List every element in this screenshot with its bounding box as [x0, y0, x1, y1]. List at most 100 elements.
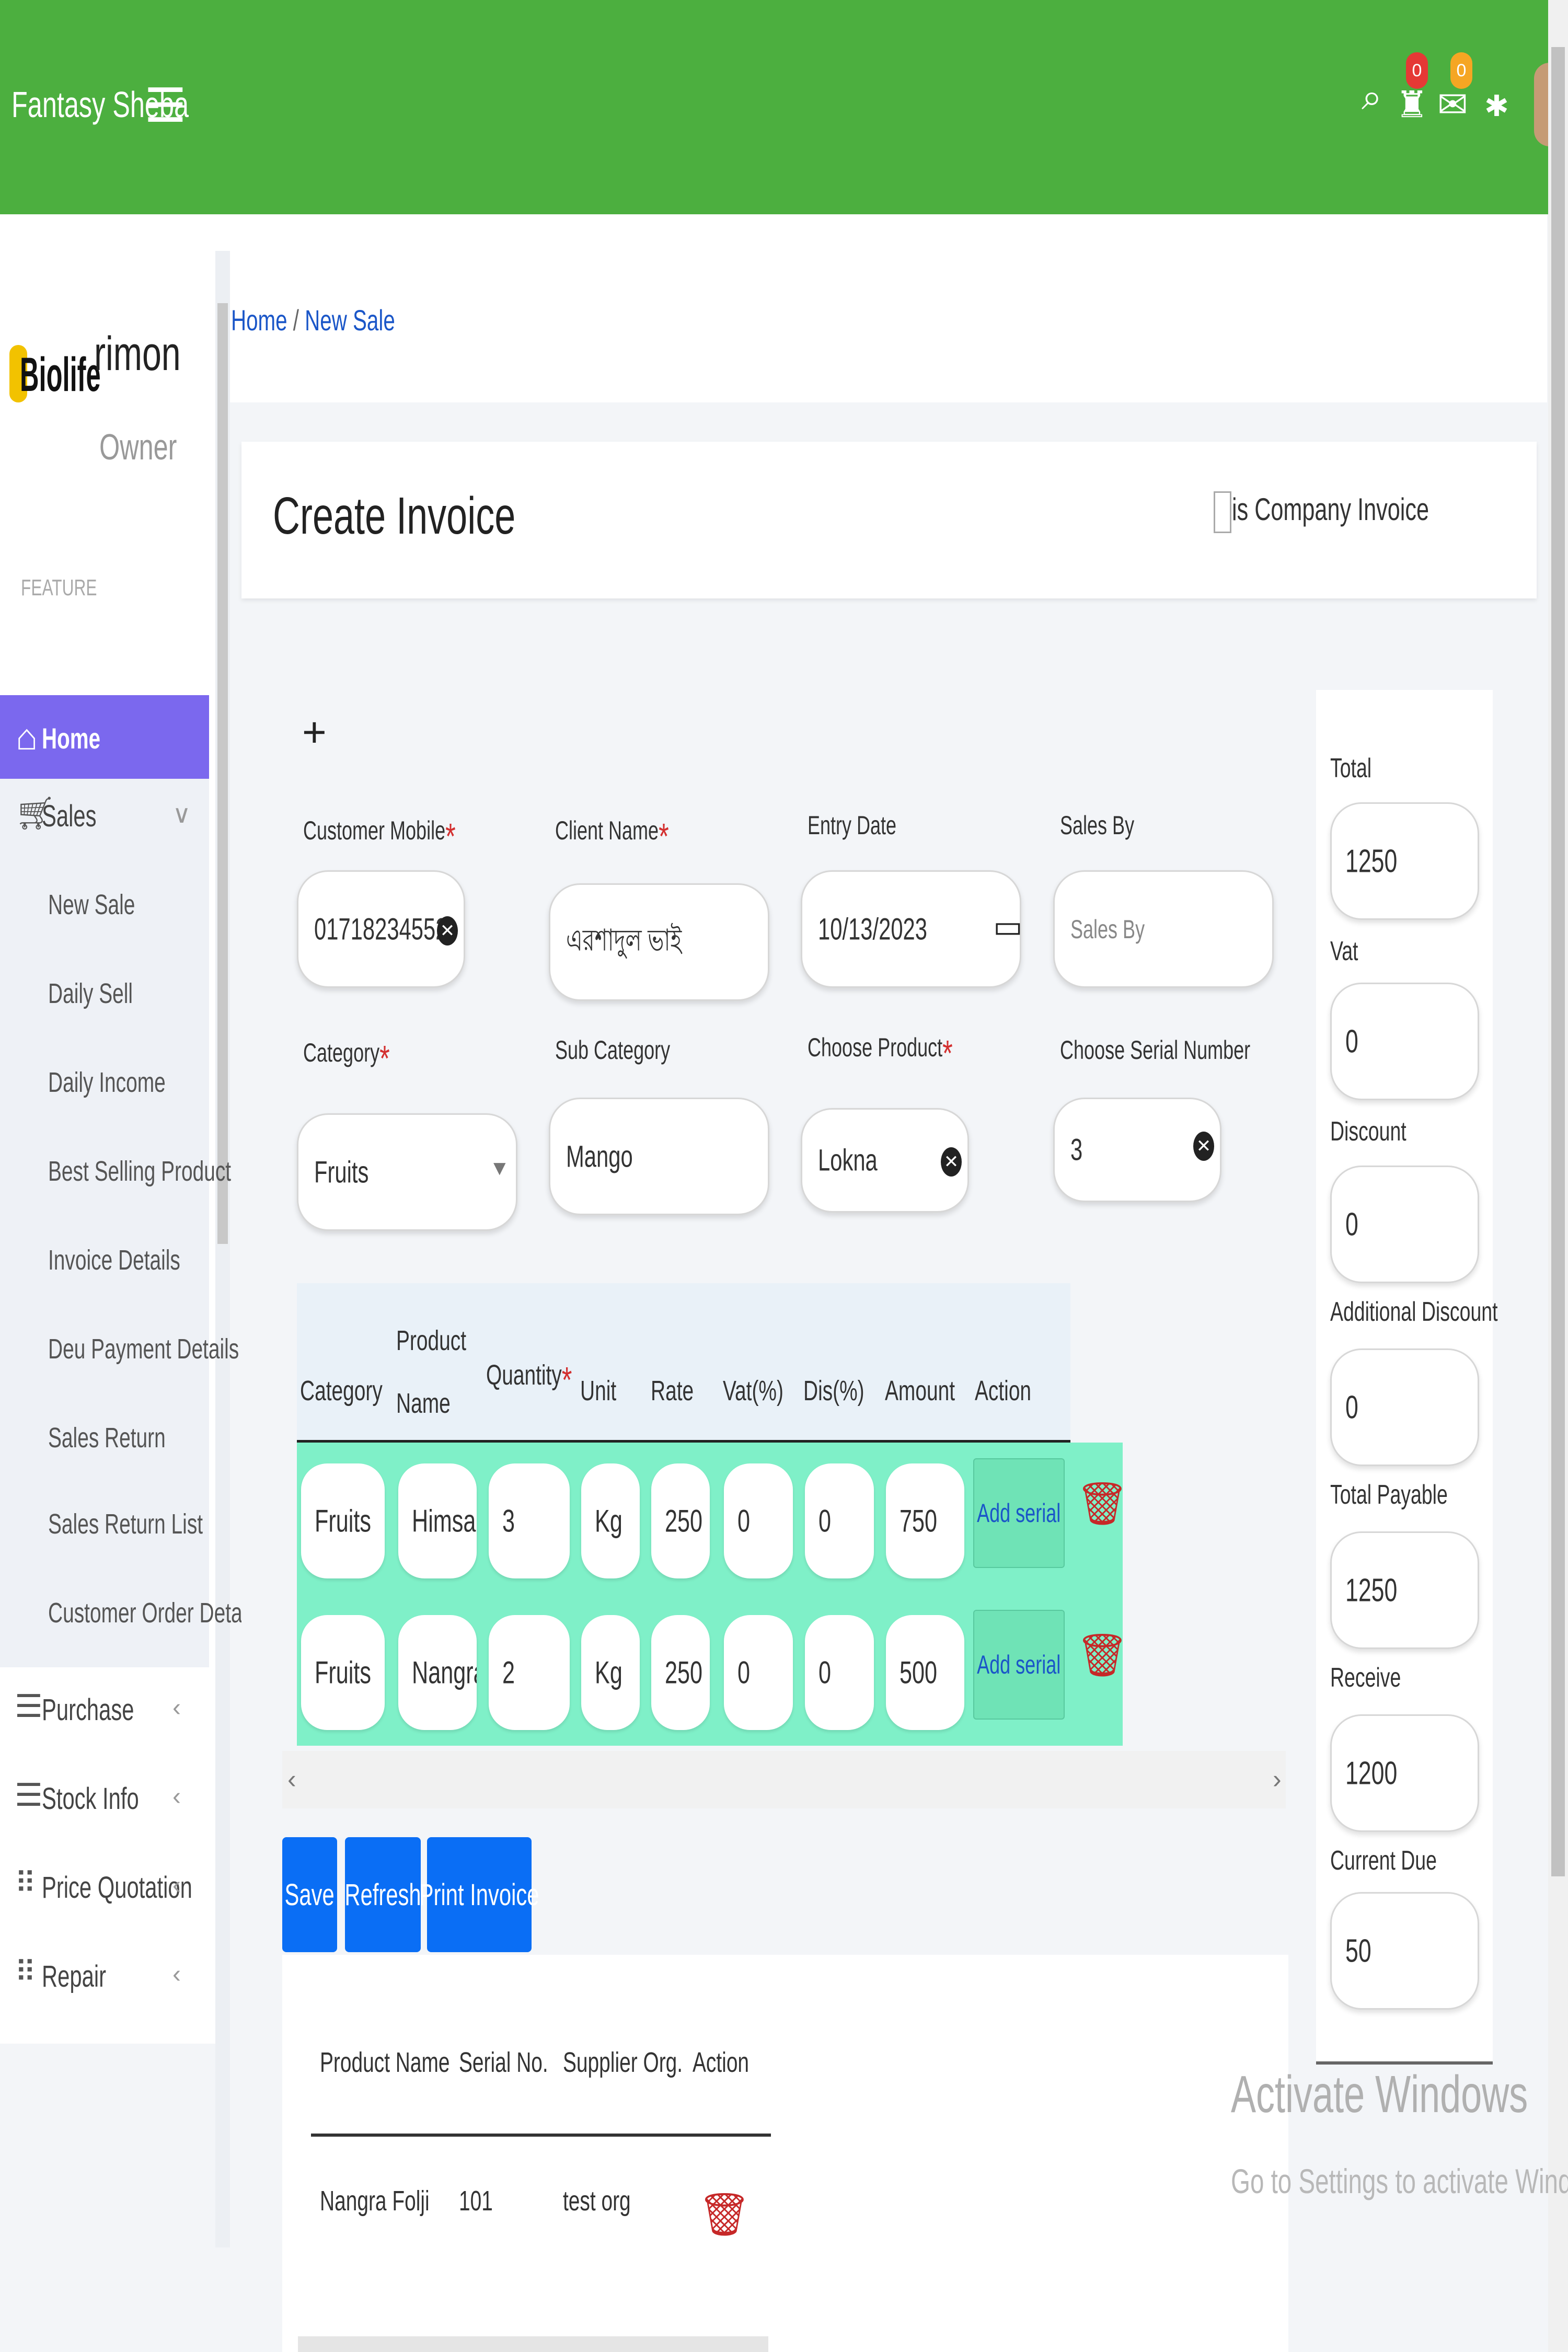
row-quantity-input[interactable]: 3 — [489, 1463, 570, 1578]
client-name-label: Client Name* — [555, 816, 669, 857]
category-select[interactable]: Fruits ▼ — [297, 1113, 517, 1231]
choose-product-label: Choose Product* — [808, 1033, 953, 1074]
menu-toggle-icon[interactable]: ☰ — [144, 83, 187, 130]
entry-date-input[interactable]: 10/13/2023 ▭ — [801, 870, 1023, 988]
sales-by-input[interactable]: Sales By — [1053, 870, 1274, 988]
mail-icon[interactable]: ✉ — [1437, 86, 1468, 123]
choose-serial-input[interactable]: 3 ✕ — [1053, 1098, 1221, 1202]
refresh-button[interactable]: Refresh — [344, 1837, 421, 1952]
plus-icon[interactable]: + — [302, 708, 327, 756]
serial-th-serial: Serial No. — [459, 2047, 548, 2078]
print-invoice-button[interactable]: Print Invoice — [419, 1837, 539, 1952]
chevron-down-icon: ∨ — [172, 801, 191, 828]
th-amount: Amount — [885, 1375, 955, 1406]
notification-count-badge: 0 — [1406, 52, 1428, 89]
company-invoice-checkbox[interactable] — [1214, 491, 1231, 533]
save-button[interactable]: Save — [282, 1837, 337, 1952]
row-product: Himsagc — [398, 1463, 477, 1578]
row-dis-input[interactable]: 0 — [805, 1463, 874, 1578]
additional-discount-input[interactable]: 0 — [1330, 1348, 1479, 1466]
clear-icon[interactable]: ✕ — [437, 916, 458, 946]
entry-date-label: Entry Date — [808, 811, 897, 840]
serial-th-supplier: Supplier Org. — [563, 2047, 683, 2078]
sidebar-item-purchase[interactable]: ☰ Purchase ‹ — [0, 1688, 209, 1751]
receive-label: Receive — [1330, 1663, 1401, 1693]
serial-cell-serial: 101 — [459, 2185, 493, 2217]
sidebar-sub-customer-order[interactable]: Customer Order Details — [48, 1597, 261, 1629]
discount-input[interactable]: 0 — [1330, 1166, 1479, 1283]
sub-category-input[interactable]: Mango — [549, 1098, 769, 1215]
sidebar-sub-due-payment[interactable]: Deu Payment Details — [48, 1333, 239, 1365]
sidebar-sub-sales-return-list[interactable]: Sales Return List — [48, 1508, 203, 1540]
invoice-title-card: Create Invoice is Company Invoice — [241, 442, 1537, 598]
page-title: Create Invoice — [273, 487, 516, 545]
sidebar: Biolife rimon Owner FEATURE ⌂ Home 🛒︎ Sa… — [0, 214, 261, 2247]
activate-windows-watermark: Activate Windows — [1231, 2065, 1528, 2124]
row-quantity-input[interactable]: 2 — [489, 1615, 570, 1730]
bell-icon[interactable]: ♜ — [1396, 86, 1428, 123]
row-dis-input[interactable]: 0 — [805, 1615, 874, 1730]
sidebar-sub-sales-return[interactable]: Sales Return — [48, 1422, 166, 1454]
chevron-left-icon: ‹ — [172, 1783, 181, 1811]
sidebar-item-repair[interactable]: ⠿ Repair ‹ — [0, 1955, 209, 2017]
chevron-left-icon: ‹ — [172, 1872, 181, 1899]
trash-icon[interactable]: 🗑︎ — [698, 2190, 751, 2253]
total-payable-label: Total Payable — [1330, 1480, 1448, 1510]
sidebar-sub-invoice-details[interactable]: Invoice Details — [48, 1244, 180, 1276]
choose-serial-label: Choose Serial Number — [1060, 1035, 1251, 1065]
serial-table-card — [282, 1955, 1288, 2352]
row-unit: Kg — [581, 1615, 640, 1730]
sidebar-sub-daily-income[interactable]: Daily Income — [48, 1066, 166, 1099]
sidebar-scrollbar[interactable] — [215, 251, 230, 2247]
total-input[interactable]: 1250 — [1330, 802, 1479, 920]
clear-icon[interactable]: ✕ — [941, 1147, 962, 1177]
client-name-input[interactable]: এরশাদুল ভাই — [549, 883, 769, 1001]
sidebar-sub-new-sale[interactable]: New Sale — [48, 889, 135, 921]
sidebar-sub-best-selling[interactable]: Best Selling Product — [48, 1155, 231, 1187]
choose-product-input[interactable]: Lokna ✕ — [801, 1108, 969, 1213]
sidebar-sub-daily-sell[interactable]: Daily Sell — [48, 977, 133, 1010]
breadcrumb-current: New Sale — [305, 304, 395, 337]
receive-input[interactable]: 1200 — [1330, 1714, 1479, 1832]
th-vat: Vat(%) — [723, 1375, 783, 1406]
trash-icon[interactable]: 🗑︎ — [1076, 1631, 1129, 1693]
page-scrollbar[interactable] — [1548, 0, 1568, 2352]
add-serial-button[interactable]: Add serial — [973, 1458, 1065, 1568]
vat-input[interactable]: 0 — [1330, 983, 1479, 1100]
home-icon: ⌂ — [16, 717, 38, 757]
calendar-icon[interactable]: ▭ — [993, 908, 1023, 945]
sales-by-label: Sales By — [1060, 811, 1135, 840]
sidebar-item-home[interactable]: ⌂ Home — [0, 695, 209, 779]
row-rate-input[interactable]: 250 — [651, 1615, 710, 1730]
row-category: Fruits — [301, 1463, 385, 1578]
clear-icon[interactable]: ✕ — [1193, 1132, 1214, 1161]
trash-icon[interactable]: 🗑︎ — [1076, 1479, 1129, 1542]
breadcrumb-home-link[interactable]: Home — [231, 304, 287, 337]
row-product: Nangra F — [398, 1615, 477, 1730]
mail-count-badge: 0 — [1450, 52, 1472, 89]
th-category: Category — [300, 1375, 383, 1406]
serial-th-action: Action — [693, 2047, 750, 2078]
additional-discount-label: Additional Discount — [1330, 1297, 1498, 1327]
sidebar-item-price-quotation[interactable]: ⠿ Price Quotation ‹ — [0, 1866, 209, 1929]
add-serial-button[interactable]: Add serial — [973, 1610, 1065, 1720]
sidebar-item-sales[interactable]: 🛒︎ Sales ∨ — [0, 794, 209, 857]
table-horizontal-scrollbar[interactable]: ‹ › — [282, 1751, 1286, 1808]
layers-icon: ☰ — [15, 1689, 43, 1724]
row-vat-input[interactable]: 0 — [724, 1615, 793, 1730]
breadcrumb: Home / New Sale — [231, 304, 395, 337]
customer-mobile-input[interactable]: 01718234552 ✕ — [297, 870, 465, 988]
th-dis: Dis(%) — [803, 1375, 864, 1406]
total-payable-input[interactable]: 1250 — [1330, 1531, 1479, 1649]
discount-label: Discount — [1330, 1116, 1406, 1147]
grid-icon: ⠿ — [15, 1955, 37, 1988]
row-rate-input[interactable]: 250 — [651, 1463, 710, 1578]
current-due-input[interactable]: 50 — [1330, 1892, 1479, 2010]
serial-cell-supplier: test org — [563, 2185, 631, 2217]
flag-uk-icon[interactable]: ✱ — [1484, 91, 1509, 121]
row-vat-input[interactable]: 0 — [724, 1463, 793, 1578]
top-header-bar: Fantasy Sheba ☰ ⌕ ♜ 0 ✉ 0 ✱ — [0, 0, 1568, 214]
th-action: Action — [975, 1375, 1032, 1406]
sidebar-item-stock-info[interactable]: ☰ Stock Info ‹ — [0, 1777, 209, 1840]
search-icon[interactable]: ⌕ — [1362, 78, 1382, 115]
